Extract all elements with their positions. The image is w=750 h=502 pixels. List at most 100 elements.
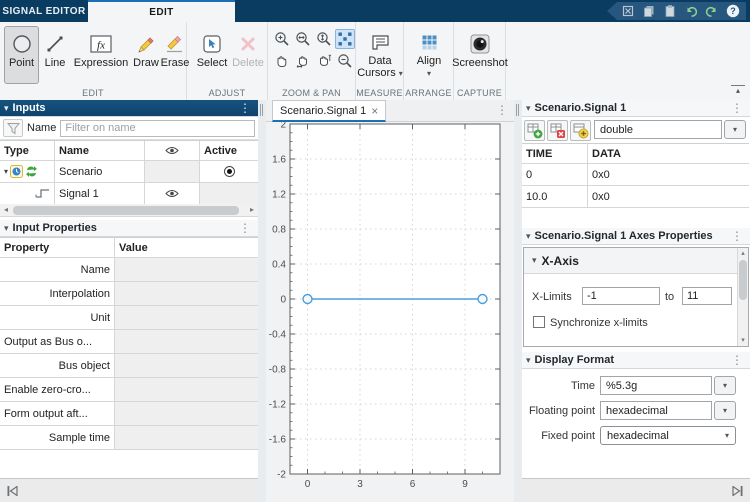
pan-x-button[interactable] bbox=[293, 51, 313, 71]
collapse-arrow-icon[interactable]: ▾ bbox=[526, 355, 531, 366]
axes-properties-header[interactable]: ▾ Scenario.Signal 1 Axes Properties ⋮ bbox=[522, 228, 750, 245]
data-cursors-button[interactable]: Data Cursors ▾ bbox=[357, 26, 403, 84]
erase-button[interactable]: Erase bbox=[160, 26, 190, 84]
active-radio-selected[interactable] bbox=[223, 166, 235, 177]
tab-signal-editor[interactable]: SIGNAL EDITOR bbox=[0, 0, 88, 22]
screenshot-button[interactable]: Screenshot bbox=[452, 26, 508, 84]
column-header-data[interactable]: DATA bbox=[588, 144, 749, 164]
filter-button[interactable] bbox=[3, 119, 23, 137]
collapse-panel-left-icon[interactable] bbox=[7, 486, 18, 496]
inputs-panel-header[interactable]: ▾ Inputs ⋮ bbox=[0, 100, 258, 117]
column-header-active[interactable]: Active bbox=[200, 141, 258, 161]
delete-row-button[interactable] bbox=[547, 120, 568, 141]
paste-icon[interactable] bbox=[663, 4, 677, 18]
signal-visibility-cell[interactable] bbox=[145, 183, 200, 205]
expand-arrow-icon[interactable]: ▾ bbox=[4, 167, 8, 176]
add-row-button[interactable] bbox=[524, 120, 545, 141]
collapse-toolstrip-button[interactable]: ▴ bbox=[731, 85, 745, 96]
draw-button[interactable]: Draw bbox=[132, 26, 160, 84]
signal-chart[interactable]: 0 3 6 9 -2 -1.6 -1.2 -0.8 -0.4 0 0.4 0.8 1.2 1.6 2 bbox=[266, 122, 514, 502]
pan-y-button[interactable] bbox=[314, 51, 334, 71]
undo-icon[interactable] bbox=[684, 4, 698, 18]
delete-button[interactable]: Delete bbox=[231, 26, 265, 84]
right-splitter[interactable] bbox=[514, 100, 522, 502]
column-header-type[interactable]: Type bbox=[0, 141, 55, 161]
plot-tab-scenario-signal1[interactable]: Scenario.Signal 1 × bbox=[272, 100, 387, 122]
display-format-header[interactable]: ▾ Display Format ⋮ bbox=[522, 352, 750, 369]
zoom-out-button[interactable] bbox=[335, 51, 355, 71]
align-button[interactable]: Align ▾ bbox=[410, 26, 448, 84]
column-header-value[interactable]: Value bbox=[115, 238, 258, 258]
collapse-arrow-icon[interactable]: ▾ bbox=[532, 255, 537, 266]
inputs-horizontal-scrollbar[interactable]: ◂ ▸ bbox=[0, 204, 258, 217]
data-cell[interactable]: 0x0 bbox=[588, 164, 749, 186]
axes-properties-menu-icon[interactable]: ⋮ bbox=[728, 229, 746, 243]
scroll-right-icon[interactable]: ▸ bbox=[246, 204, 258, 216]
scroll-left-icon[interactable]: ◂ bbox=[0, 204, 12, 216]
cut-icon[interactable] bbox=[621, 4, 635, 18]
column-header-name[interactable]: Name bbox=[55, 141, 145, 161]
fit-to-view-button[interactable] bbox=[335, 29, 355, 49]
left-splitter[interactable] bbox=[258, 100, 266, 502]
column-header-time[interactable]: TIME bbox=[522, 144, 588, 164]
zoom-in-y-button[interactable] bbox=[314, 29, 334, 49]
property-value-cell[interactable] bbox=[115, 258, 258, 282]
property-value-cell[interactable] bbox=[115, 306, 258, 330]
property-value-cell[interactable] bbox=[115, 378, 258, 402]
property-value-cell[interactable] bbox=[115, 402, 258, 426]
property-value-cell[interactable] bbox=[115, 282, 258, 306]
input-properties-header[interactable]: ▾ Input Properties ⋮ bbox=[0, 220, 258, 237]
axes-scrollbar[interactable]: ▴ ▾ bbox=[737, 248, 748, 346]
signal-name-cell[interactable]: Signal 1 bbox=[55, 183, 145, 205]
x-min-input[interactable] bbox=[582, 287, 660, 305]
scenario-active-cell[interactable] bbox=[200, 161, 258, 183]
pan-button[interactable] bbox=[272, 51, 292, 71]
x-axis-section-header[interactable]: ▾ X-Axis bbox=[524, 248, 737, 274]
scrollbar-thumb[interactable] bbox=[13, 206, 239, 215]
time-cell[interactable]: 10.0 bbox=[522, 186, 588, 208]
datatype-dropdown-button[interactable]: ▾ bbox=[724, 120, 746, 139]
scrollbar-thumb[interactable] bbox=[739, 260, 747, 300]
help-icon[interactable]: ? bbox=[726, 4, 740, 18]
collapse-arrow-icon[interactable]: ▾ bbox=[4, 223, 9, 234]
collapse-panel-right-icon[interactable] bbox=[732, 486, 743, 496]
collapse-arrow-icon[interactable]: ▾ bbox=[526, 231, 531, 242]
floating-point-combo[interactable]: hexadecimal bbox=[600, 401, 712, 420]
plot-panel-menu-icon[interactable]: ⋮ bbox=[496, 103, 508, 117]
signal-type-cell[interactable] bbox=[0, 183, 55, 205]
zoom-in-button[interactable] bbox=[272, 29, 292, 49]
scroll-down-icon[interactable]: ▾ bbox=[738, 335, 748, 346]
data-cell[interactable]: 0x0 bbox=[588, 186, 749, 208]
scenario-name-cell[interactable]: Scenario bbox=[55, 161, 145, 183]
property-value-cell[interactable] bbox=[115, 354, 258, 378]
datatype-combo[interactable]: double bbox=[594, 120, 722, 139]
x-max-input[interactable] bbox=[682, 287, 732, 305]
fixed-point-dropdown[interactable]: hexadecimal ▾ bbox=[600, 426, 736, 445]
scroll-up-icon[interactable]: ▴ bbox=[738, 248, 748, 259]
inputs-menu-icon[interactable]: ⋮ bbox=[236, 101, 254, 115]
expression-button[interactable]: fx Expression bbox=[71, 26, 131, 84]
signal-panel-header[interactable]: ▾ Scenario.Signal 1 ⋮ bbox=[522, 100, 750, 117]
column-header-visibility[interactable] bbox=[145, 141, 200, 161]
insert-signal-button[interactable] bbox=[570, 120, 591, 141]
time-format-combo[interactable]: %5.3g bbox=[600, 376, 712, 395]
scenario-type-cell[interactable]: ▾ bbox=[0, 161, 55, 183]
zoom-in-x-button[interactable] bbox=[293, 29, 313, 49]
select-button[interactable]: Select bbox=[193, 26, 231, 84]
signal-panel-menu-icon[interactable]: ⋮ bbox=[728, 101, 746, 115]
input-properties-menu-icon[interactable]: ⋮ bbox=[236, 221, 254, 235]
collapse-arrow-icon[interactable]: ▾ bbox=[4, 103, 9, 114]
floating-point-dropdown-button[interactable]: ▾ bbox=[714, 401, 736, 420]
line-button[interactable]: Line bbox=[40, 26, 70, 84]
display-format-menu-icon[interactable]: ⋮ bbox=[728, 353, 746, 367]
time-format-dropdown-button[interactable]: ▾ bbox=[714, 376, 736, 395]
copy-icon[interactable] bbox=[642, 4, 656, 18]
filter-input[interactable] bbox=[60, 119, 255, 137]
tab-edit[interactable]: EDIT bbox=[88, 0, 235, 22]
collapse-arrow-icon[interactable]: ▾ bbox=[526, 103, 531, 114]
property-value-cell[interactable] bbox=[115, 426, 258, 450]
synchronize-x-limits-checkbox[interactable] bbox=[533, 316, 545, 328]
close-tab-icon[interactable]: × bbox=[371, 104, 378, 118]
time-cell[interactable]: 0 bbox=[522, 164, 588, 186]
property-value-cell[interactable] bbox=[115, 330, 258, 354]
